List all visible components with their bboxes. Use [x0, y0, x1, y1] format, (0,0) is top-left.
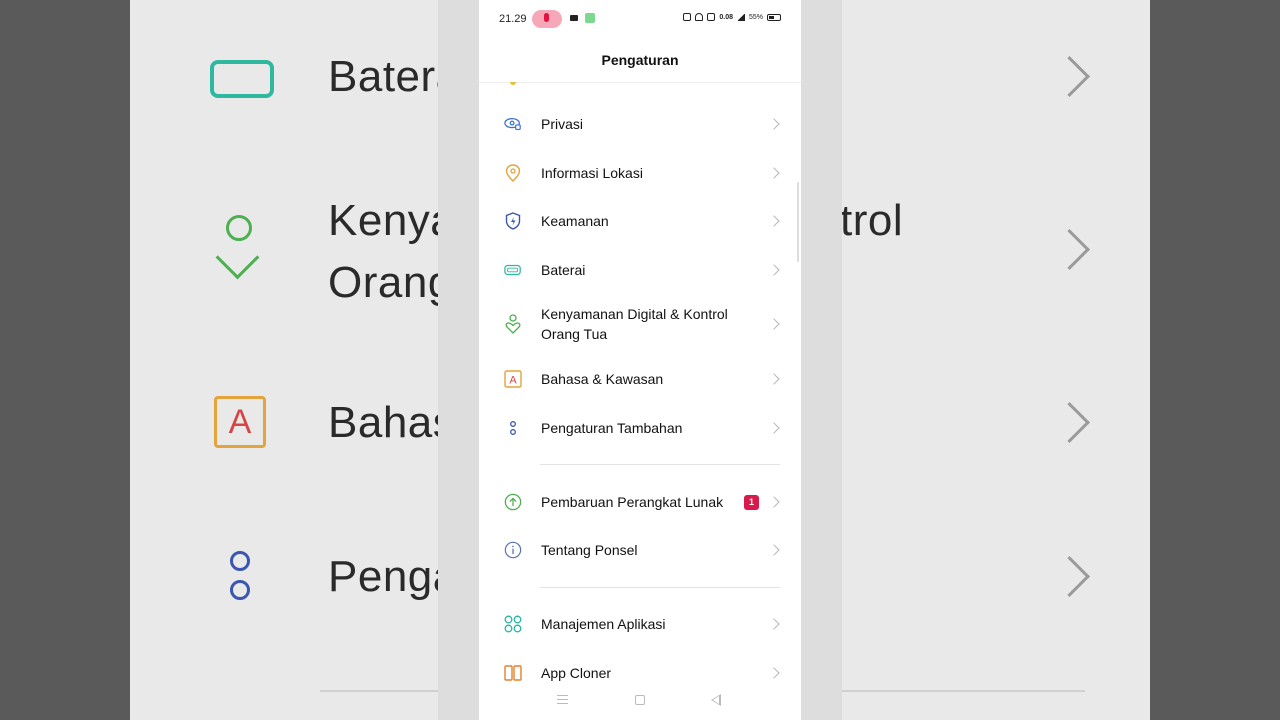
bg-chevron-2 [1048, 228, 1091, 271]
settings-item-label: App Cloner [541, 665, 612, 681]
section-divider [540, 464, 780, 465]
settings-item-label: Baterai [541, 262, 586, 278]
camera-icon [570, 15, 578, 21]
settings-item-label: Privasi [541, 116, 584, 132]
settings-item-label: Kenyamanan Digital & Kontrol Orang Tua [541, 306, 728, 342]
settings-item-label: Pembaruan Perangkat Lunak [541, 494, 724, 510]
bg-text-row3: Orang [328, 258, 453, 307]
app-cloner-icon [504, 664, 522, 682]
privacy-eye-icon [504, 115, 522, 133]
background-left-edge [0, 0, 130, 720]
mute-icon [707, 13, 716, 21]
battery-icon [504, 261, 522, 279]
chevron-right-icon [768, 167, 780, 179]
battery-percent: 55% [748, 13, 763, 21]
update-arrow-icon [504, 493, 522, 511]
phone-screen: 21.29 0.08 55% Pengaturan Privasi Inform… [479, 0, 801, 720]
app-management-icon [504, 615, 522, 633]
signal-icon [736, 13, 745, 21]
chevron-right-icon [768, 373, 780, 385]
battery-status-icon [767, 13, 781, 21]
settings-item-label: Bahasa & Kawasan [541, 371, 664, 387]
screen-record-icon [585, 13, 595, 23]
chevron-right-icon [768, 215, 780, 227]
chevron-right-icon [768, 618, 780, 630]
home-button[interactable] [635, 695, 645, 705]
chevron-right-icon [768, 318, 780, 330]
settings-item-label: Pengaturan Tambahan [541, 420, 683, 436]
info-icon [504, 541, 522, 559]
headphones-icon [695, 13, 704, 21]
chevron-right-icon [768, 496, 780, 508]
scrollbar[interactable] [797, 182, 799, 262]
bg-dots-icon [230, 551, 250, 571]
phone-side-shadow-right [801, 0, 842, 720]
update-count-badge: 1 [744, 494, 759, 510]
back-button[interactable] [711, 694, 721, 706]
bg-chevron-1 [1048, 55, 1091, 98]
bg-language-icon: A [214, 396, 266, 448]
partial-icon-above [510, 82, 516, 85]
bg-dots-icon-2 [230, 580, 250, 600]
bg-heart-icon [215, 235, 260, 280]
page-title: Pengaturan [479, 44, 801, 83]
status-bar: 21.29 0.08 55% [479, 8, 801, 32]
recent-apps-button[interactable] [557, 695, 568, 704]
bg-text-row4: Bahas [328, 398, 456, 447]
bg-battery-icon [210, 60, 274, 98]
status-time: 21.29 [499, 13, 527, 25]
bg-chevron-4 [1048, 555, 1091, 598]
chevron-right-icon [768, 422, 780, 434]
background-right-edge [1150, 0, 1280, 720]
phone-side-shadow-left [438, 0, 479, 720]
location-pin-icon [504, 164, 522, 182]
security-shield-icon [504, 212, 522, 230]
section-divider [540, 587, 780, 588]
network-speed: 0.08 [719, 13, 733, 21]
settings-item-label: Keamanan [541, 213, 609, 229]
settings-item-label: Tentang Ponsel [541, 542, 638, 558]
additional-settings-icon [504, 419, 522, 437]
language-icon: A [504, 370, 522, 388]
chevron-right-icon [768, 264, 780, 276]
bg-chevron-3 [1048, 401, 1091, 444]
digital-wellbeing-icon [504, 314, 522, 334]
status-right-group: 0.08 55% [683, 13, 781, 21]
chevron-right-icon [768, 544, 780, 556]
navigation-bar [479, 688, 801, 712]
microphone-indicator-icon [532, 10, 562, 28]
chevron-right-icon [768, 118, 780, 130]
chevron-right-icon [768, 667, 780, 679]
cast-icon [683, 13, 692, 21]
bg-text-row2: Kenya [328, 196, 456, 245]
settings-item-label: Manajemen Aplikasi [541, 616, 666, 632]
settings-item-label: Informasi Lokasi [541, 165, 643, 181]
svg-text:A: A [509, 375, 517, 387]
